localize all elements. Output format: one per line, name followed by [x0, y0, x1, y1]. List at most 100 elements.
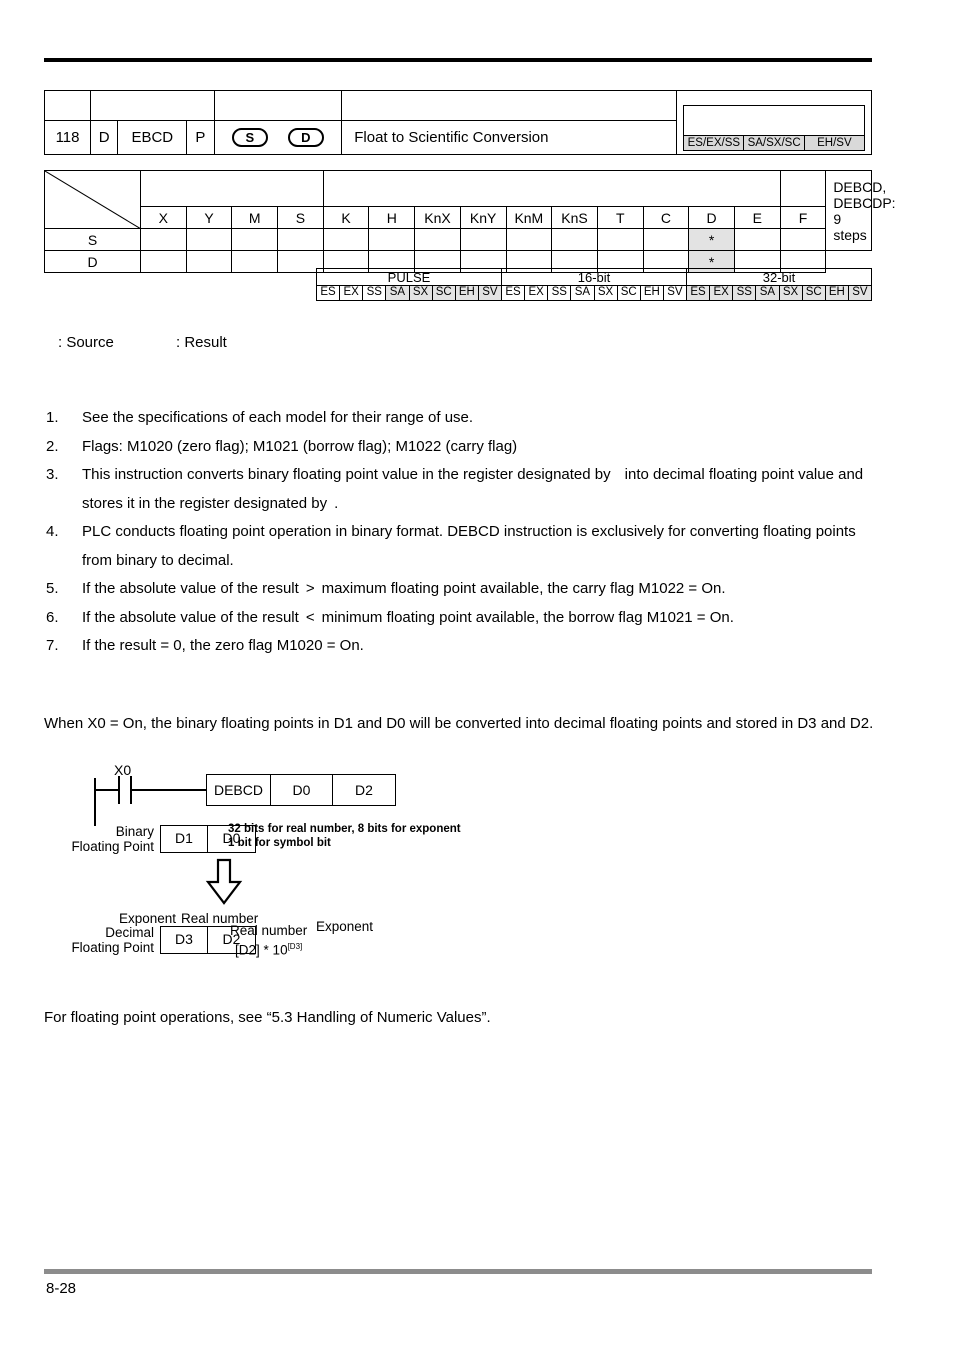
contact-label-x0: X0 [114, 762, 132, 778]
greater-than-symbol: > [305, 580, 315, 597]
contact-bar-left-icon [118, 776, 120, 804]
less-than-symbol: < [305, 608, 315, 626]
formula-base: [D2] * 10 [235, 942, 288, 958]
operand-corner-diagonal [44, 170, 141, 229]
model-support-row: ES/EX/SS SA/SX/SC EH/SV [684, 135, 865, 150]
pulse-model-row: ES EX SS SA SX SC EH SV ES EX SS SA SX S… [315, 285, 873, 301]
operand-row-label-d: D [44, 250, 141, 273]
bit32-eh: EH [824, 285, 849, 301]
operand-availability-table: DEBCD, DEBCDP: 9 steps X Y M S K H KnX K… [44, 170, 896, 273]
source-badge-icon: S [231, 128, 268, 147]
diagonal-line-icon [45, 171, 140, 228]
formula-line-1: Real number [230, 923, 308, 938]
pulse-es: ES [315, 285, 341, 301]
operand-col-s: S [277, 206, 324, 229]
note-text-5b: maximum floating point available, the ca… [321, 580, 726, 597]
operand-row-s: S * [44, 228, 872, 251]
note-item-4: 4. PLC conducts floating point operation… [44, 518, 884, 575]
exponent-annotation-label: Exponent [316, 919, 374, 934]
note-item-1: 1. See the specifications of each model … [44, 404, 884, 433]
left-power-rail [94, 778, 96, 826]
note-text-4: PLC conducts floating point operation in… [82, 523, 856, 569]
binary-bit-note: 32 bits for real number, 8 bits for expo… [228, 822, 461, 850]
destination-badge-icon: D [287, 128, 324, 147]
decimal-value-formula: Real number [D2] * 10[D3] [230, 923, 307, 959]
instruction-mnemonic: EBCD [117, 120, 188, 155]
formula-line-2: [D2] * 10[D3] [230, 939, 307, 959]
operand-col-m: M [231, 206, 279, 229]
cell-s-x [140, 228, 187, 251]
operand-col-h: H [368, 206, 416, 229]
note-text-3a: This instruction converts binary floatin… [82, 466, 611, 483]
instruction-number: 118 [43, 120, 92, 155]
operand-col-e: E [733, 206, 781, 229]
bit32-sc: SC [801, 285, 826, 301]
note-number-5: 5. [46, 580, 59, 597]
operand-col-knm: KnM [505, 206, 553, 229]
operand-column-header-row: X Y M S K H KnX KnY KnM KnS T C D E F [45, 206, 872, 229]
wire-rail-to-contact [94, 789, 118, 791]
document-page: ES/EX/SS SA/SX/SC EH/SV 118 D EBCD P S D… [0, 0, 954, 1350]
instruction-operand-1: D0 [271, 775, 333, 805]
cell-s-kny [459, 228, 507, 251]
cell-s-k [322, 228, 370, 251]
instruction-header-table: ES/EX/SS SA/SX/SC EH/SV 118 D EBCD P S D… [43, 90, 872, 155]
bit16-sv: SV [662, 285, 688, 301]
instruction-p-flag: P [186, 120, 215, 155]
pulse-sa: SA [385, 285, 410, 301]
binary-note-line2: 1 bit for symbol bit [228, 837, 331, 849]
cell-s-h [368, 228, 416, 251]
header-blank-name [117, 90, 187, 121]
bit32-sx: SX [778, 285, 803, 301]
header-blank-row: ES/EX/SS SA/SX/SC EH/SV [43, 90, 872, 155]
note-number-7: 7. [46, 637, 59, 654]
exponent-column-label: Exponent [119, 911, 177, 926]
page-number: 8-28 [46, 1280, 77, 1297]
cell-s-d: * [688, 228, 735, 251]
model-group-sa-sx-sc: SA/SX/SC [744, 136, 805, 150]
legend-source: : Source [58, 334, 114, 351]
note-text-3: This instruction converts binary floatin… [82, 461, 884, 518]
note-number-3: 3. [46, 466, 59, 483]
cell-d-y [185, 250, 233, 273]
cell-s-e [733, 228, 781, 251]
pulse-group-row: PULSE 16-bit 32-bit [316, 268, 872, 286]
pulse-bit-support-table: PULSE 16-bit 32-bit ES EX SS SA SX SC EH… [315, 268, 873, 301]
header-blank-num [43, 90, 92, 121]
note-number-1: 1. [46, 409, 59, 426]
operand-col-knx: KnX [414, 206, 461, 229]
bit16-ss: SS [547, 285, 572, 301]
decimal-label-line2: Floating Point [71, 940, 154, 955]
binary-reg-high: D1 [161, 826, 208, 852]
operand-steps-note: DEBCD, DEBCDP: 9 steps [825, 170, 896, 251]
note-number-2: 2. [46, 437, 59, 455]
cell-d-m [231, 250, 279, 273]
note-text-5: If the absolute value of the result > maxi… [82, 575, 884, 604]
operand-header-blank-row: DEBCD, DEBCDP: 9 steps [44, 170, 896, 251]
operand-col-k: K [322, 206, 370, 229]
bit32-ex: EX [709, 285, 734, 301]
cell-s-f [779, 228, 827, 251]
bit16-sc: SC [616, 285, 641, 301]
header-blank-p [186, 90, 215, 121]
note-text-1: See the specifications of each model for… [82, 409, 474, 426]
operand-col-f: F [779, 206, 827, 229]
cell-s-knx [414, 228, 461, 251]
instruction-opcode: DEBCD [207, 775, 271, 805]
model-support-box: ES/EX/SS SA/SX/SC EH/SV [683, 105, 865, 151]
cell-s-y [185, 228, 233, 251]
pulse-ex: EX [339, 285, 364, 301]
notes-list: 1. See the specifications of each model … [44, 404, 884, 661]
bit32-ss: SS [732, 285, 757, 301]
cell-s-m [231, 228, 279, 251]
instruction-operand-2: D2 [355, 782, 373, 798]
binary-floating-point-label: Binary Floating Point [54, 824, 154, 854]
operand-col-kny: KnY [459, 206, 507, 229]
note-text-7: If the result = 0, the zero flag M1020 =… [82, 637, 364, 654]
note-text-6: If the absolute value of the result < mini… [82, 604, 884, 633]
note-text-5a: If the absolute value of the result [82, 580, 299, 597]
pulse-eh: EH [454, 285, 479, 301]
operand-col-t: T [596, 206, 644, 229]
note-text-3c: . [334, 494, 339, 512]
down-arrow-icon [202, 858, 246, 911]
